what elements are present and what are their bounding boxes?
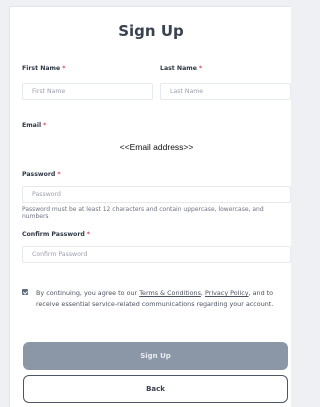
email-label: Email * — [22, 122, 46, 129]
required-marker: * — [57, 171, 61, 178]
consent-checkbox[interactable] — [22, 289, 28, 295]
privacy-policy-link[interactable]: Privacy Policy — [205, 289, 249, 297]
required-marker: * — [198, 65, 203, 72]
first-name-label-text: First Name — [22, 65, 61, 72]
terms-link[interactable]: Terms & Conditions — [139, 289, 201, 297]
first-name-input[interactable] — [22, 83, 153, 100]
signup-card: Sign Up First Name* Last Name* Email* Pa… — [9, 6, 291, 407]
password-label: Password * — [22, 171, 61, 178]
password-hint: Password must be at least 12 characters … — [22, 206, 264, 221]
consent-text-before: By continuing, you agree to our — [36, 289, 140, 297]
confirm-password-label-text: Confirm Password — [22, 231, 85, 238]
last-name-label-text: Last Name — [160, 65, 197, 72]
confirm-password-label: Confirm Password * — [22, 231, 90, 238]
page-title: Sign Up — [118, 22, 184, 40]
password-input[interactable] — [22, 186, 291, 203]
last-name-label: Last Name * — [160, 65, 202, 72]
back-button[interactable]: Back — [23, 375, 288, 403]
email-label-text: Email — [22, 122, 42, 129]
password-label-text: Password — [22, 171, 56, 178]
consent-text: By continuing, you agree to our Terms & … — [36, 288, 287, 309]
sign-up-button[interactable]: Sign Up — [23, 342, 288, 370]
required-marker: * — [86, 231, 91, 238]
first-name-label: First Name * — [22, 65, 65, 72]
consent-row: By continuing, you agree to our Terms & … — [22, 288, 287, 309]
required-marker: * — [43, 122, 47, 129]
required-marker: * — [62, 65, 66, 72]
last-name-input[interactable] — [160, 83, 291, 100]
email-input[interactable] — [22, 138, 291, 155]
confirm-password-input[interactable] — [22, 246, 291, 263]
